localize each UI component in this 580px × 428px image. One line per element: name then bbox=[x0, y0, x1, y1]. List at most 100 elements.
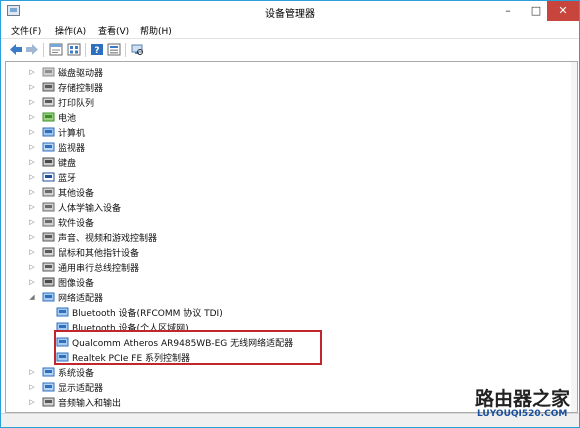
camera-icon bbox=[42, 277, 55, 287]
expand-icon[interactable]: ▷ bbox=[28, 232, 36, 242]
device-manager-window: 设备管理器 – □ ✕ 文件(F) 操作(A) 查看(V) 帮助(H) ? ▷ … bbox=[0, 0, 580, 428]
watermark-brand: 路由器之家 bbox=[475, 388, 571, 410]
expand-icon[interactable]: ▷ bbox=[28, 142, 36, 152]
tree-category-item[interactable]: ▷ 人体学输入设备 bbox=[6, 200, 566, 215]
watermark-url: LUYOUQI520.COM bbox=[477, 409, 568, 419]
tree-category-item[interactable]: ▷ 声音、视频和游戏控制器 bbox=[6, 230, 566, 245]
tree-category-item[interactable]: ▷ 软件设备 bbox=[6, 215, 566, 230]
keyboard-icon bbox=[42, 157, 55, 167]
svg-text:?: ? bbox=[94, 46, 99, 56]
maximize-button[interactable]: □ bbox=[522, 1, 550, 21]
menu-help[interactable]: 帮助(H) bbox=[140, 24, 172, 37]
expand-icon[interactable]: ▷ bbox=[28, 202, 36, 212]
tree-item-label: 打印队列 bbox=[58, 99, 95, 109]
tree-category-item[interactable]: ▷ 蓝牙 bbox=[6, 170, 566, 185]
tree-category-item[interactable]: ▷ 键盘 bbox=[6, 155, 566, 170]
menu-action[interactable]: 操作(A) bbox=[55, 24, 86, 37]
highlight-annotation-box bbox=[54, 330, 322, 365]
close-button[interactable]: ✕ bbox=[547, 1, 579, 21]
tree-category-item[interactable]: ▷ 系统设备 bbox=[6, 365, 566, 380]
display-adapter-icon bbox=[42, 382, 55, 392]
tree-item-label: 网络适配器 bbox=[58, 294, 104, 304]
toolbar: ? bbox=[1, 38, 579, 60]
tree-category-item[interactable]: ◢ 网络适配器 bbox=[6, 290, 566, 305]
expand-icon[interactable]: ▷ bbox=[28, 157, 36, 167]
tree-item-label: Bluetooth 设备(RFCOMM 协议 TDI) bbox=[72, 309, 223, 319]
tree-item-label: 其他设备 bbox=[58, 189, 95, 199]
tree-item-label: 通用串行总线控制器 bbox=[58, 264, 140, 274]
tree-item-label: 软件设备 bbox=[58, 219, 95, 229]
tree-category-item[interactable]: ▷ 其他设备 bbox=[6, 185, 566, 200]
properties-icon[interactable] bbox=[49, 43, 63, 56]
tree-item-label: 音频输入和输出 bbox=[58, 399, 122, 409]
tree-item-label: 显示适配器 bbox=[58, 384, 104, 394]
expand-icon[interactable]: ▷ bbox=[28, 187, 36, 197]
minimize-button[interactable]: – bbox=[494, 1, 522, 21]
tree-item-label: 蓝牙 bbox=[58, 174, 77, 184]
monitor-icon bbox=[42, 142, 55, 152]
tree-category-item[interactable]: ▷ 监视器 bbox=[6, 140, 566, 155]
tree-item-label: 鼠标和其他指针设备 bbox=[58, 249, 140, 259]
tree-category-item[interactable]: ▷ 磁盘驱动器 bbox=[6, 65, 566, 80]
scan-hardware-icon[interactable] bbox=[130, 43, 144, 56]
toolbar-separator bbox=[85, 43, 86, 57]
tree-item-label: 磁盘驱动器 bbox=[58, 69, 104, 79]
expand-icon[interactable]: ▷ bbox=[28, 217, 36, 227]
tree-category-item[interactable]: ▷ 存储控制器 bbox=[6, 80, 566, 95]
menu-file[interactable]: 文件(F) bbox=[11, 24, 41, 37]
expand-icon[interactable]: ▷ bbox=[28, 367, 36, 377]
software-device-icon bbox=[42, 217, 55, 227]
title-bar: 设备管理器 – □ ✕ bbox=[1, 1, 579, 22]
forward-arrow-icon[interactable] bbox=[25, 43, 39, 56]
printer-icon bbox=[42, 97, 55, 107]
tree-item-label: 电池 bbox=[58, 114, 77, 124]
window-title: 设备管理器 bbox=[265, 9, 315, 20]
expand-icon[interactable]: ▷ bbox=[28, 397, 36, 407]
details-icon[interactable] bbox=[107, 43, 121, 56]
tree-item-label: 系统设备 bbox=[58, 369, 95, 379]
tree-category-item[interactable]: ▷ 鼠标和其他指针设备 bbox=[6, 245, 566, 260]
help-icon[interactable]: ? bbox=[90, 43, 104, 56]
expand-icon[interactable]: ▷ bbox=[28, 262, 36, 272]
tree-child-item[interactable]: Bluetooth 设备(RFCOMM 协议 TDI) bbox=[6, 305, 566, 320]
battery-icon bbox=[42, 112, 55, 122]
tree-item-label: 计算机 bbox=[58, 129, 86, 139]
tree-item-label: 人体学输入设备 bbox=[58, 204, 122, 214]
tree-category-item[interactable]: ▷ 通用串行总线控制器 bbox=[6, 260, 566, 275]
toolbar-separator bbox=[125, 43, 126, 57]
tree-category-item[interactable]: ▷ 计算机 bbox=[6, 125, 566, 140]
expand-icon[interactable]: ▷ bbox=[28, 97, 36, 107]
tree-item-label: 存储控制器 bbox=[58, 84, 104, 94]
expand-icon[interactable]: ▷ bbox=[28, 277, 36, 287]
vertical-scrollbar[interactable] bbox=[571, 62, 577, 412]
usb-icon bbox=[42, 262, 55, 272]
network-adapter-icon bbox=[56, 307, 69, 317]
network-adapter-icon bbox=[42, 292, 55, 302]
expand-icon[interactable]: ▷ bbox=[28, 382, 36, 392]
sound-icon bbox=[42, 232, 55, 242]
back-arrow-icon[interactable] bbox=[9, 43, 23, 56]
expand-icon[interactable]: ▷ bbox=[28, 172, 36, 182]
tree-item-label: 声音、视频和游戏控制器 bbox=[58, 234, 158, 244]
storage-controller-icon bbox=[42, 82, 55, 92]
disk-drive-icon bbox=[42, 67, 55, 77]
list-icon[interactable] bbox=[67, 43, 81, 56]
expand-icon[interactable]: ▷ bbox=[28, 247, 36, 257]
expand-icon[interactable]: ▷ bbox=[28, 82, 36, 92]
toolbar-separator bbox=[43, 43, 44, 57]
tree-category-item[interactable]: ▷ 打印队列 bbox=[6, 95, 566, 110]
menu-view[interactable]: 查看(V) bbox=[98, 24, 129, 37]
tree-category-item[interactable]: ▷ 图像设备 bbox=[6, 275, 566, 290]
tree-category-item[interactable]: ▷ 电池 bbox=[6, 110, 566, 125]
tree-item-label: 键盘 bbox=[58, 159, 77, 169]
tree-item-label: 监视器 bbox=[58, 144, 86, 154]
device-tree: ▷ 磁盘驱动器 ▷ 存储控制器 ▷ 打印队列 ▷ 电池 ▷ 计算机 ▷ 监视器 ▷ 键盘 ▷ 蓝牙 ▷ 其他设备 ▷… bbox=[5, 61, 578, 413]
menu-bar: 文件(F) 操作(A) 查看(V) 帮助(H) bbox=[1, 22, 579, 38]
expand-icon[interactable]: ▷ bbox=[28, 127, 36, 137]
expand-icon[interactable]: ▷ bbox=[28, 67, 36, 77]
bluetooth-icon bbox=[42, 172, 55, 182]
expand-icon[interactable]: ▷ bbox=[28, 112, 36, 122]
collapse-icon[interactable]: ◢ bbox=[28, 292, 36, 302]
other-device-icon bbox=[42, 187, 55, 197]
tree-item-label: 图像设备 bbox=[58, 279, 95, 289]
